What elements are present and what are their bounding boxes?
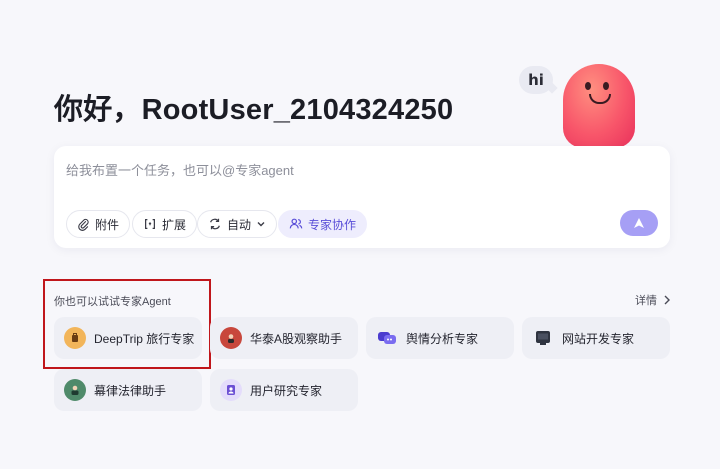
law-avatar-icon (64, 379, 86, 401)
chevron-right-icon (663, 295, 671, 305)
send-arrow-icon (633, 217, 645, 229)
task-input-card: 给我布置一个任务，也可以@专家agent 附件 扩展 自动 专家协作 (54, 146, 670, 248)
auto-mode-label: 自动 (227, 217, 252, 232)
agent-label: 华泰A股观察助手 (250, 331, 343, 346)
users-icon (289, 217, 303, 231)
send-button[interactable] (620, 210, 658, 236)
chevron-down-icon (256, 219, 266, 229)
web-dev-icon (532, 327, 554, 349)
extension-button[interactable]: 扩展 (132, 210, 198, 238)
agent-label: 幕律法律助手 (94, 383, 167, 398)
agent-label: 网站开发专家 (562, 331, 635, 346)
details-link[interactable]: 详情 (635, 292, 671, 308)
travel-avatar-icon (64, 327, 86, 349)
auto-mode-dropdown[interactable]: 自动 (197, 210, 278, 238)
task-input[interactable]: 给我布置一个任务，也可以@专家agent (66, 160, 294, 179)
expert-collab-label: 专家协作 (308, 217, 357, 232)
mascot-illustration: hi (515, 60, 645, 152)
extension-icon (143, 217, 157, 231)
attachment-button[interactable]: 附件 (66, 210, 131, 238)
agent-label: DeepTrip 旅行专家 (94, 331, 195, 346)
agent-card-deeptrip[interactable]: DeepTrip 旅行专家 (54, 317, 202, 359)
sentiment-analysis-icon (376, 327, 398, 349)
agent-label: 舆情分析专家 (406, 331, 479, 346)
agent-card-huatai[interactable]: 华泰A股观察助手 (210, 317, 358, 359)
auto-mode-icon (208, 217, 222, 231)
hi-speech-bubble: hi (519, 66, 553, 94)
agent-label: 用户研究专家 (250, 383, 323, 398)
attachment-label: 附件 (95, 217, 120, 232)
extension-label: 扩展 (162, 217, 187, 232)
details-label: 详情 (635, 295, 657, 307)
mascot-blob-icon (563, 64, 635, 148)
page-greeting: 你好，RootUser_2104324250 (54, 94, 454, 126)
agent-card-sentiment[interactable]: 舆情分析专家 (366, 317, 514, 359)
paperclip-icon (77, 218, 90, 231)
user-research-icon (220, 379, 242, 401)
stock-avatar-icon (220, 327, 242, 349)
agent-card-law[interactable]: 幕律法律助手 (54, 369, 202, 411)
expert-collab-button[interactable]: 专家协作 (278, 210, 368, 238)
agent-card-webdev[interactable]: 网站开发专家 (522, 317, 670, 359)
agent-card-user-research[interactable]: 用户研究专家 (210, 369, 358, 411)
